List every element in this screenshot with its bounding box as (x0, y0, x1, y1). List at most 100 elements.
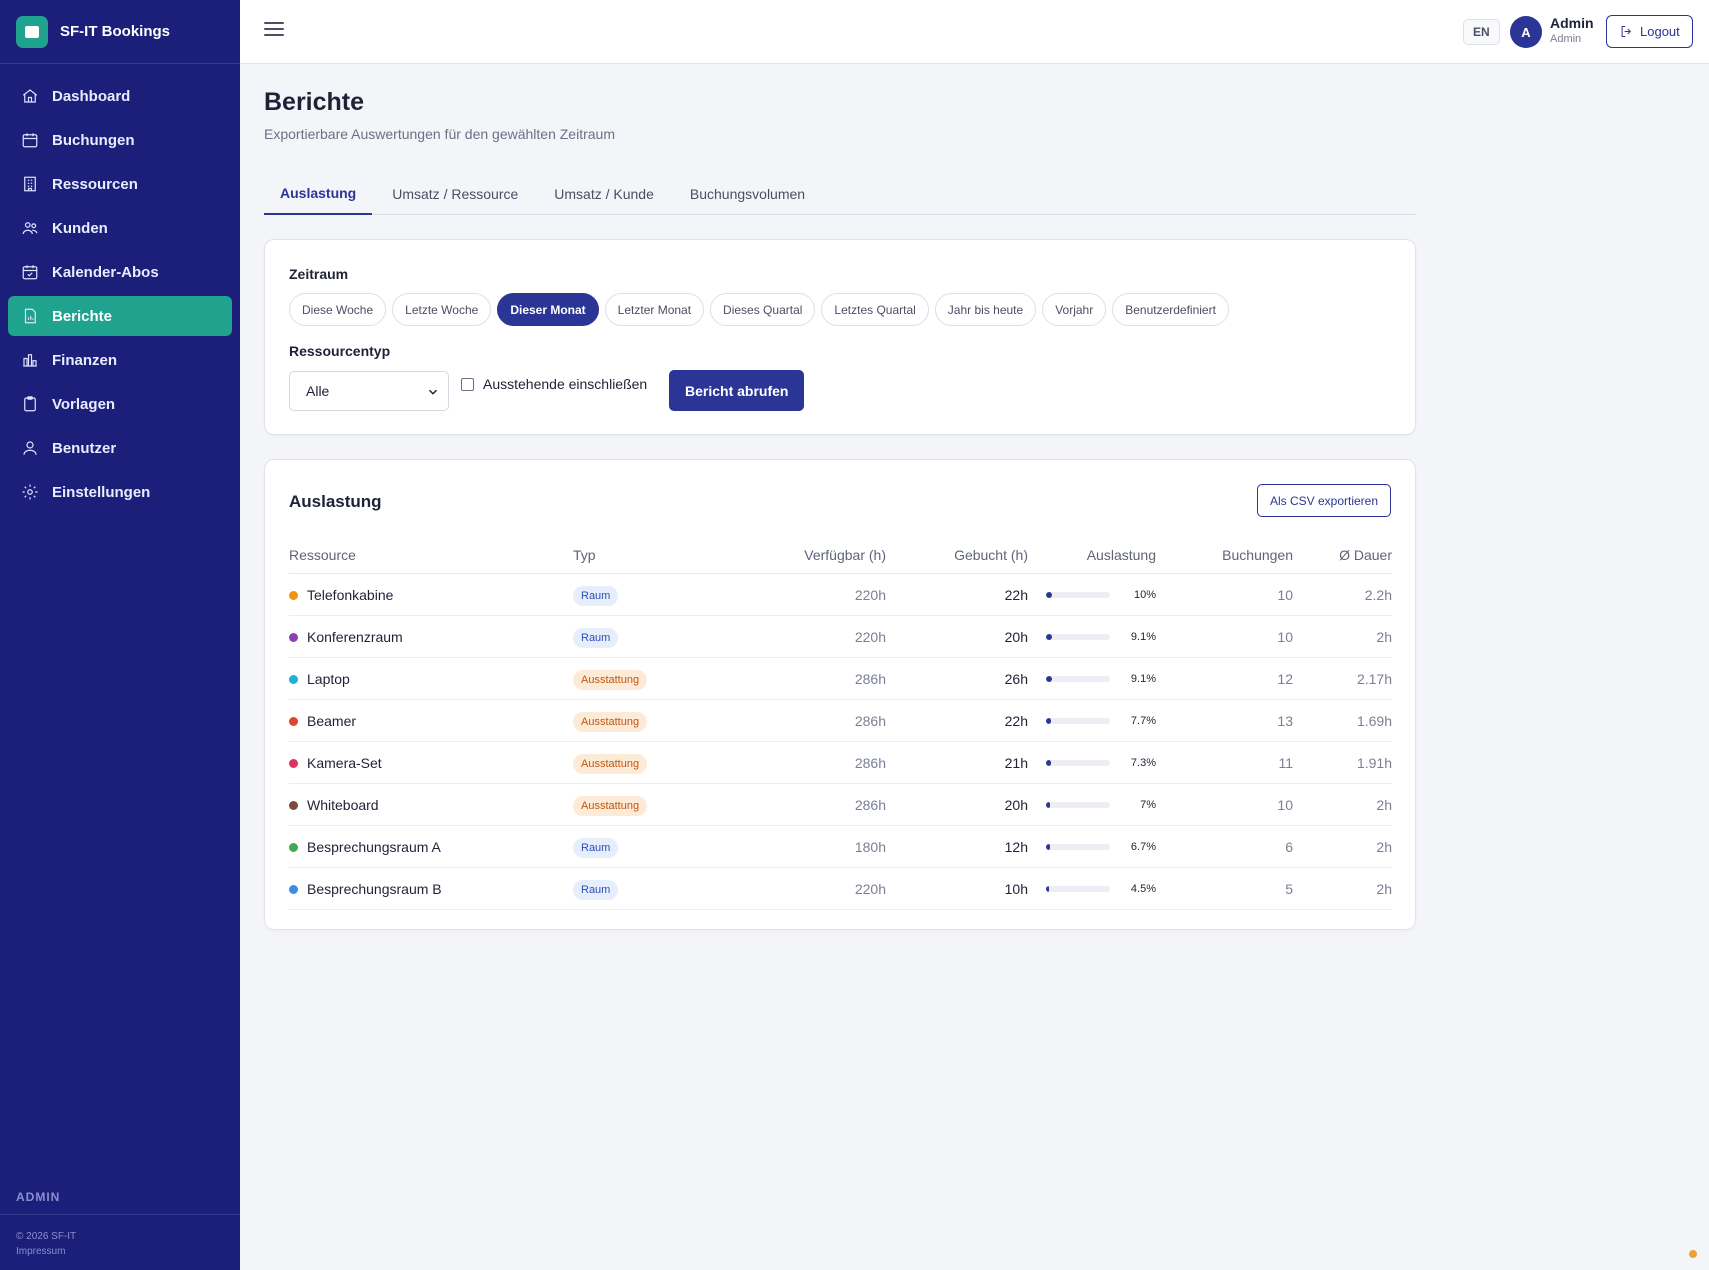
sidebar-item-finanzen[interactable]: Finanzen (8, 340, 232, 380)
booked-cell: 21h (1004, 755, 1028, 771)
utilization-bar-fill (1046, 844, 1051, 850)
avatar[interactable]: A (1510, 16, 1542, 48)
status-indicator-dot (1689, 1250, 1697, 1258)
utilization-bar-fill (1046, 592, 1053, 598)
col-bookings[interactable]: Buchungen (1222, 532, 1293, 574)
utilization-value: 10% (1133, 589, 1156, 601)
logout-icon (1621, 26, 1631, 37)
clipboard-icon (21, 395, 39, 413)
tab-buchungsvolumen[interactable]: Buchungsvolumen (674, 172, 821, 215)
resource-name: Besprechungsraum B (307, 881, 442, 897)
app-logo (16, 15, 48, 48)
resource-name: Besprechungsraum A (307, 839, 441, 855)
fetch-report-button[interactable]: Bericht abrufen (669, 370, 805, 411)
sidebar-item-berichte[interactable]: Berichte (8, 296, 232, 336)
sidebar-item-dashboard[interactable]: Dashboard (8, 76, 232, 116)
type-cell: Ausstattung (573, 700, 648, 742)
sidebar-item-kunden[interactable]: Kunden (8, 208, 232, 248)
logout-button[interactable]: Logout (1606, 15, 1693, 48)
utilization-bar (1046, 676, 1110, 682)
available-cell: 220h (854, 587, 886, 603)
sidebar-item-benutzer[interactable]: Benutzer (8, 428, 232, 468)
page-title: Berichte (264, 88, 365, 116)
bookings-cell: 6 (1285, 839, 1293, 855)
resource-color-dot (289, 843, 298, 852)
utilization-value: 9.1% (1130, 673, 1156, 685)
type-cell: Ausstattung (573, 658, 648, 700)
utilization-bar (1046, 592, 1110, 598)
resource-color-dot (289, 801, 298, 810)
col-available[interactable]: Verfügbar (h) (804, 532, 886, 574)
resource-color-dot (289, 633, 298, 642)
period-chip[interactable]: Letztes Quartal (821, 293, 929, 326)
resource-cell: Telefonkabine (289, 574, 393, 616)
utilization-bar (1046, 718, 1110, 724)
resource-cell: Kamera-Set (289, 742, 382, 784)
sidebar-item-ressourcen[interactable]: Ressourcen (8, 164, 232, 204)
calendar-icon (21, 131, 39, 149)
col-utilization[interactable]: Auslastung (1087, 532, 1156, 574)
type-badge: Ausstattung (573, 796, 648, 817)
bookings-cell: 12 (1277, 671, 1293, 687)
app-name: SF-IT Bookings (60, 23, 170, 40)
utilization-table: Ressource Typ Verfügbar (h) Gebucht (h) … (289, 532, 1392, 910)
booked-cell: 20h (1004, 797, 1028, 813)
bookings-cell: 5 (1285, 881, 1293, 897)
period-chip[interactable]: Dieses Quartal (710, 293, 816, 326)
user-role: Admin (1550, 33, 1582, 45)
duration-cell: 2h (1376, 629, 1392, 645)
table-row: Besprechungsraum B Raum 220h 10h 4.5% 5 2h (289, 868, 1392, 910)
utilization-bar (1046, 844, 1110, 850)
resource-color-dot (289, 675, 298, 684)
tab-auslastung[interactable]: Auslastung (264, 172, 373, 215)
period-chip[interactable]: Benutzerdefiniert (1112, 293, 1229, 326)
resource-type-select[interactable]: Alle (289, 371, 449, 411)
col-type[interactable]: Typ (573, 532, 596, 574)
export-csv-button[interactable]: Als CSV exportieren (1256, 484, 1391, 517)
table-row: Beamer Ausstattung 286h 22h 7.7% 13 1.69h (289, 700, 1392, 742)
impressum-link[interactable]: Impressum (16, 1244, 224, 1259)
utilization-bar-fill (1046, 886, 1049, 892)
type-cell: Ausstattung (573, 742, 648, 784)
period-chip[interactable]: Letzter Monat (604, 293, 705, 326)
col-booked[interactable]: Gebucht (h) (954, 532, 1028, 574)
resource-color-dot (289, 885, 298, 894)
sidebar-item-buchungen[interactable]: Buchungen (8, 120, 232, 160)
include-pending-row[interactable]: Ausstehende einschließen (461, 376, 647, 392)
period-chip[interactable]: Letzte Woche (392, 293, 492, 326)
period-chip[interactable]: Diese Woche (289, 293, 387, 326)
type-badge: Raum (573, 628, 619, 649)
sidebar-item-label: Buchungen (52, 131, 135, 149)
booked-cell: 12h (1004, 839, 1028, 855)
sidebar-item-einstellungen[interactable]: Einstellungen (8, 472, 232, 512)
col-avg-duration[interactable]: Ø Dauer (1339, 532, 1392, 574)
language-switch[interactable]: EN (1463, 19, 1500, 45)
col-resource[interactable]: Ressource (289, 532, 356, 574)
table-row: Whiteboard Ausstattung 286h 20h 7% 10 2h (289, 784, 1392, 826)
bookings-cell: 10 (1277, 797, 1293, 813)
utilization-bar (1046, 886, 1110, 892)
resource-color-dot (289, 591, 298, 600)
period-chip[interactable]: Jahr bis heute (934, 293, 1037, 326)
include-pending-checkbox[interactable] (461, 377, 474, 391)
tab-umsatz-kunde[interactable]: Umsatz / Kunde (538, 172, 670, 215)
period-chip[interactable]: Dieser Monat (497, 293, 599, 326)
menu-toggle-icon[interactable] (264, 22, 284, 42)
utilization-value: 7.3% (1130, 757, 1156, 769)
brand[interactable]: SF-IT Bookings (0, 0, 240, 64)
sidebar: SF-IT Bookings Dashboard Buchungen Ressour… (0, 0, 240, 1270)
tab-umsatz-ressource[interactable]: Umsatz / Ressource (376, 172, 534, 215)
booked-cell: 22h (1004, 587, 1028, 603)
bookings-cell: 10 (1277, 587, 1293, 603)
report-title: Auslastung (289, 492, 382, 511)
user-name: Admin (1550, 15, 1594, 31)
resource-cell: Besprechungsraum B (289, 868, 442, 910)
sidebar-item-kalender-abos[interactable]: Kalender-Abos (8, 252, 232, 292)
booked-cell: 10h (1004, 881, 1028, 897)
building-icon (21, 175, 39, 193)
utilization-bar-fill (1046, 760, 1051, 766)
sidebar-item-vorlagen[interactable]: Vorlagen (8, 384, 232, 424)
resource-cell: Konferenzraum (289, 616, 403, 658)
sidebar-item-label: Vorlagen (52, 395, 116, 413)
period-chip[interactable]: Vorjahr (1042, 293, 1107, 326)
